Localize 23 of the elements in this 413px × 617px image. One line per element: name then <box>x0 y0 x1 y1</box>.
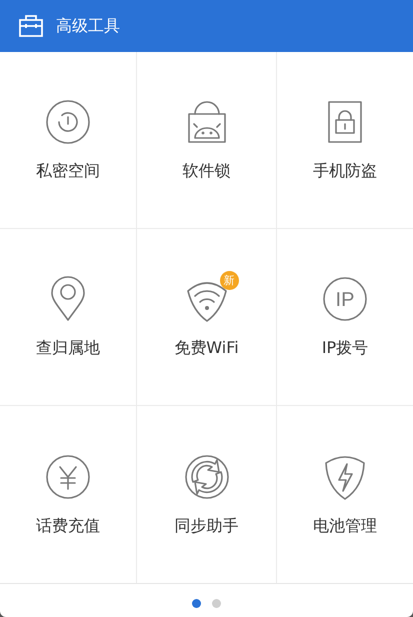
tool-tile[interactable]: 查归属地 <box>0 229 137 406</box>
tool-label: IP拨号 <box>322 337 368 359</box>
new-badge: 新 <box>220 271 238 290</box>
yuan-circle-icon <box>45 454 91 500</box>
dial-icon <box>45 99 91 145</box>
header-title: 高级工具 <box>56 15 120 37</box>
tool-label: 查归属地 <box>36 337 100 359</box>
location-pin-icon <box>50 276 86 322</box>
tool-label: 同步助手 <box>174 514 238 536</box>
tool-label: 私密空间 <box>36 160 100 182</box>
android-lock-icon <box>186 100 226 144</box>
tool-label: 话费充值 <box>36 514 100 536</box>
toolbox-icon <box>18 14 44 38</box>
tool-tile[interactable]: 私密空间 <box>0 52 137 229</box>
tool-label: 软件锁 <box>182 160 230 182</box>
tool-label: 电池管理 <box>313 514 377 536</box>
tool-tile[interactable]: 软件锁 <box>137 52 277 229</box>
tool-label: 免费WiFi <box>174 337 239 359</box>
sync-arrows-icon <box>184 454 230 500</box>
padlock-card-icon <box>327 101 363 143</box>
tool-tile[interactable]: 新 免费WiFi <box>137 229 277 406</box>
tool-label: 手机防盗 <box>313 160 377 182</box>
ip-circle-icon: IP <box>322 276 368 322</box>
